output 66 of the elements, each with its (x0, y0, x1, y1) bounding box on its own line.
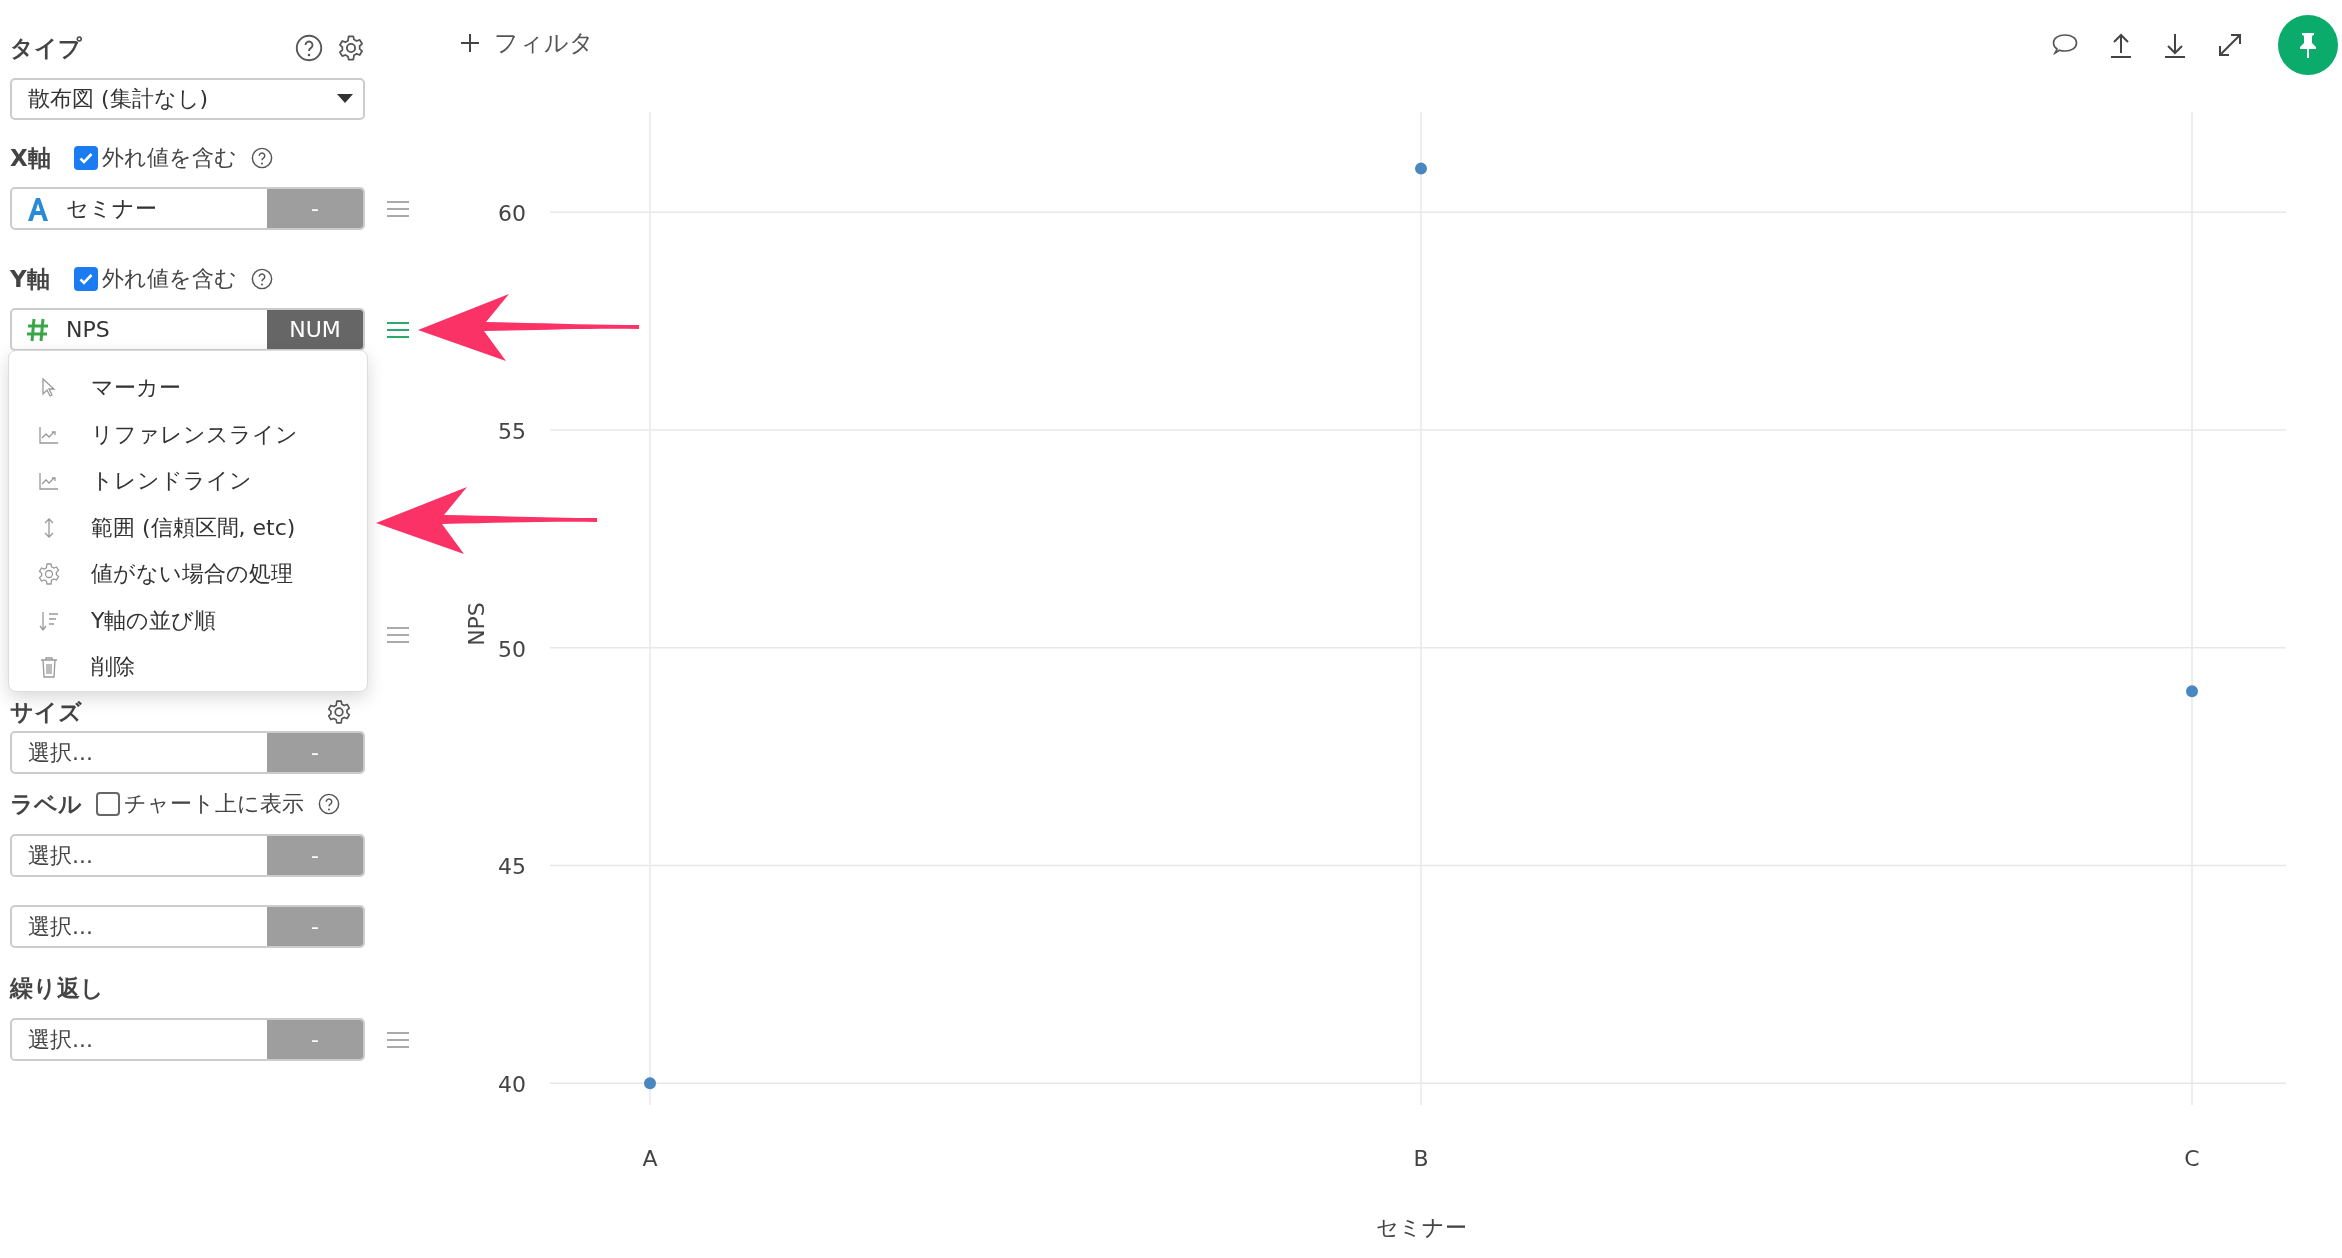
settings-icon[interactable] (326, 699, 352, 725)
settings-icon (37, 562, 61, 587)
number-type-icon (26, 316, 50, 343)
help-icon[interactable] (295, 34, 323, 62)
checkbox[interactable] (96, 792, 120, 816)
column-select[interactable]: セミナー - (10, 187, 365, 230)
help-icon[interactable] (318, 793, 340, 815)
settings-icon[interactable] (337, 34, 365, 62)
y-tick-label: 50 (498, 636, 526, 662)
pin-button[interactable] (2278, 15, 2338, 75)
column-select[interactable]: 選択... - (10, 834, 365, 877)
plus-icon (460, 33, 480, 53)
data-type-tag: - (267, 733, 363, 772)
column-select[interactable]: 選択... - (10, 1018, 365, 1061)
section-title: ラベル (10, 789, 82, 819)
field-value: NPS (66, 317, 110, 342)
section-title: Y軸 (10, 264, 51, 294)
field-value: セミナー (66, 194, 157, 223)
x-tick-label: A (642, 1146, 658, 1171)
field-placeholder: 選択... (27, 1025, 93, 1054)
y-tick-label: 60 (498, 201, 526, 227)
dropdown-value: 散布図 (集計なし) (28, 85, 209, 113)
checkbox-label: 外れ値を含む (102, 144, 237, 172)
section-title: 繰り返し (10, 973, 104, 1003)
field-placeholder: 選択... (27, 738, 93, 767)
y-tick-label: 55 (498, 418, 526, 444)
field-placeholder: 選択... (27, 841, 93, 870)
checkbox[interactable] (74, 146, 98, 170)
chart-type-dropdown[interactable]: 散布図 (集計なし) (10, 78, 365, 120)
menu-item[interactable]: Y軸の並び順 (9, 597, 367, 644)
menu-item[interactable]: トレンドライン (9, 458, 367, 505)
checkbox[interactable] (74, 267, 98, 291)
menu-item[interactable]: 範囲 (信頼区間, etc) (9, 504, 367, 551)
download-icon[interactable] (2164, 32, 2186, 58)
section-title: タイプ (10, 33, 82, 63)
comment-icon[interactable] (2052, 33, 2078, 57)
data-type-tag: NUM (267, 310, 363, 349)
field-placeholder: 選択... (27, 912, 93, 941)
y-tick-label: 45 (498, 854, 526, 880)
text-type-icon (26, 195, 50, 222)
section-title: サイズ (10, 697, 82, 727)
x-axis-title: セミナー (1375, 1215, 1467, 1240)
checkbox-label: 外れ値を含む (102, 265, 237, 293)
upload-icon[interactable] (2110, 32, 2132, 58)
menu-icon[interactable] (387, 320, 409, 339)
help-icon[interactable] (251, 268, 273, 290)
section-title: X軸 (10, 143, 52, 173)
filter-button[interactable]: フィルタ (460, 27, 594, 63)
menu-item[interactable]: 削除 (9, 644, 367, 691)
expand-icon[interactable] (2218, 33, 2242, 57)
caret-icon (337, 94, 353, 104)
column-select[interactable]: 選択... - (10, 731, 365, 774)
menu-item[interactable]: 値がない場合の処理 (9, 551, 367, 598)
y-axis-title: NPS (464, 602, 489, 646)
x-tick-label: B (1413, 1146, 1429, 1171)
data-type-tag: - (267, 836, 363, 875)
column-select[interactable]: 選択... - (10, 905, 365, 948)
data-type-tag: - (267, 1020, 363, 1059)
help-icon[interactable] (251, 147, 273, 169)
data-type-tag: - (267, 189, 363, 228)
checkbox-label: チャート上に表示 (124, 790, 304, 818)
data-type-tag: - (267, 907, 363, 946)
y-tick-label: 40 (498, 1072, 526, 1098)
menu-item[interactable]: マーカー (9, 365, 367, 412)
menu-item[interactable]: リファレンスライン (9, 411, 367, 458)
x-tick-label: C (2184, 1146, 2200, 1171)
